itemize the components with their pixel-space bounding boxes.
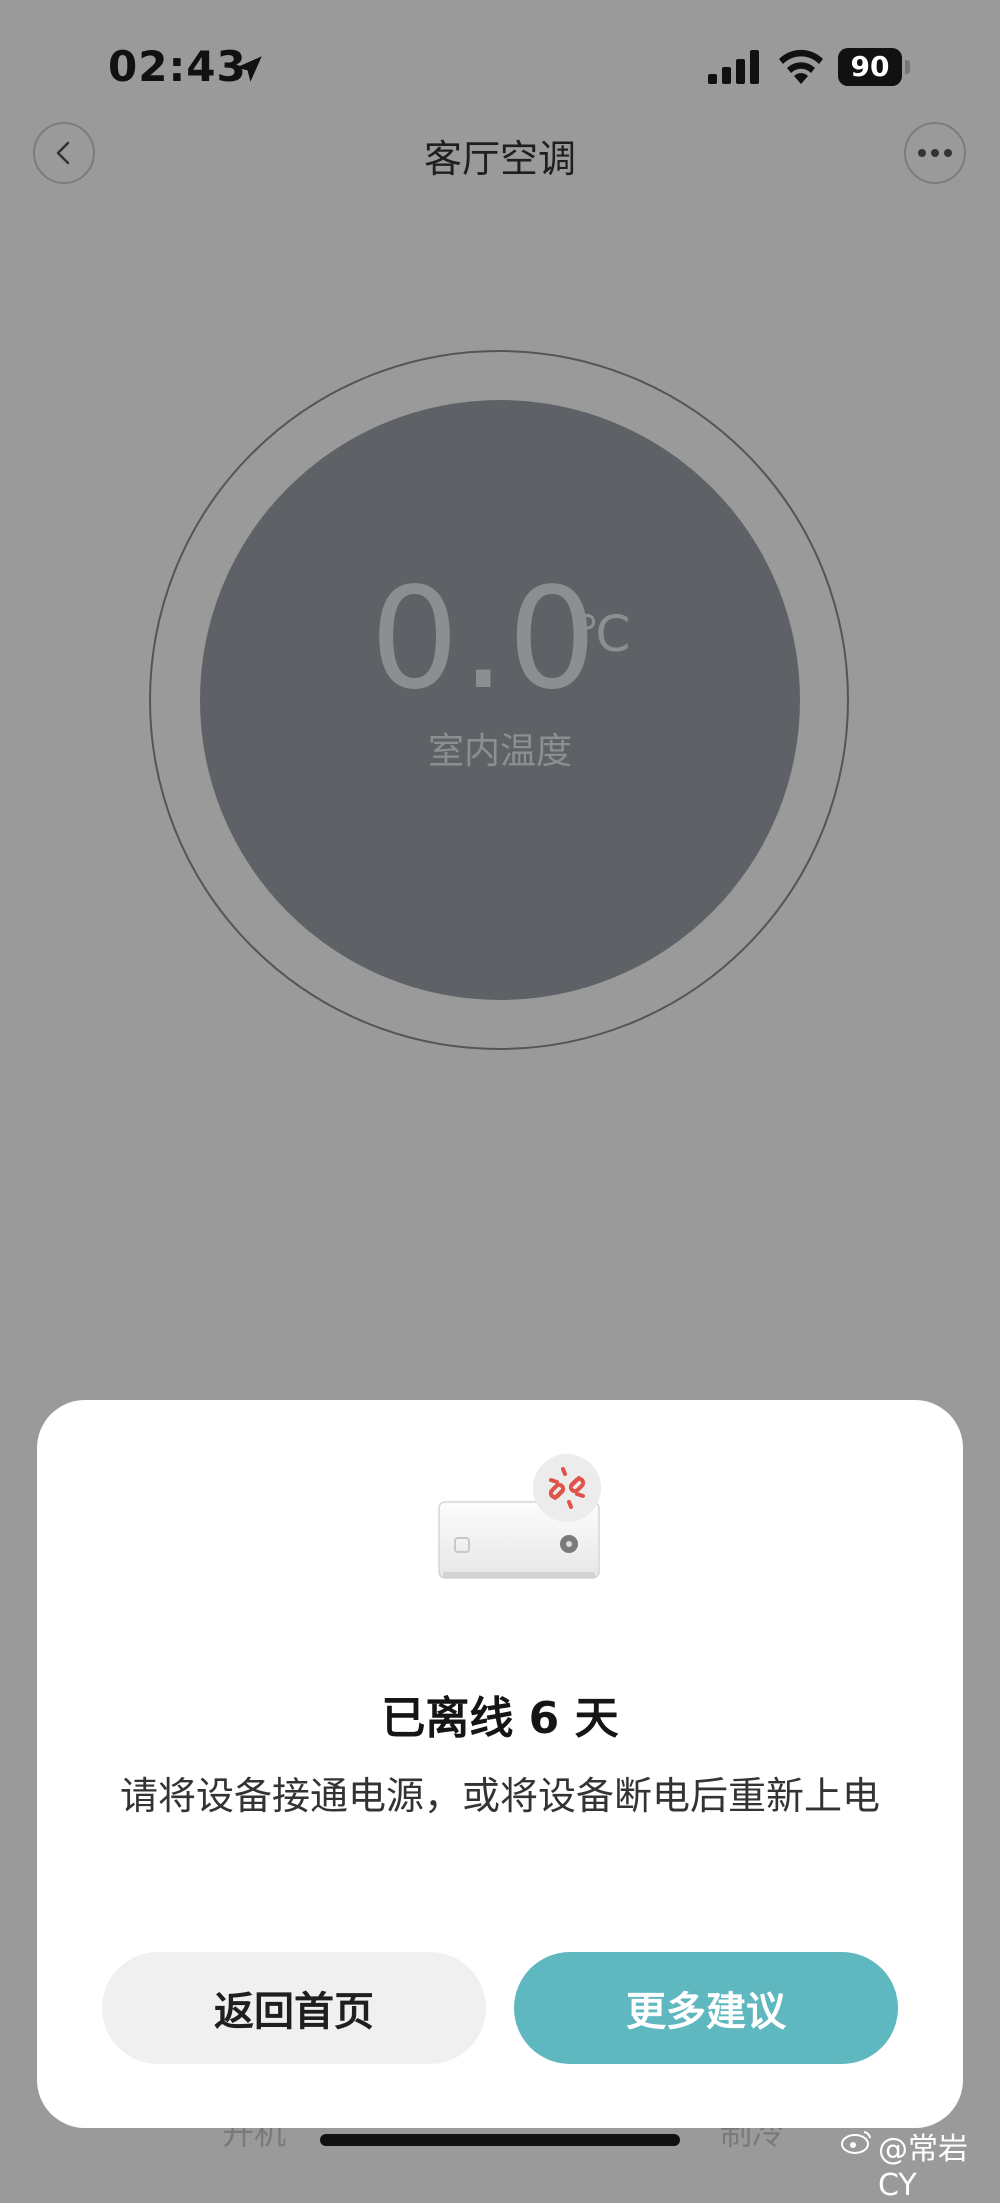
battery-tip	[905, 60, 910, 74]
status-time: 02:43	[108, 42, 247, 91]
watermark: @常岩CY	[878, 2132, 968, 2203]
indoor-temperature-label: 室内温度	[427, 731, 572, 772]
weibo-icon	[841, 2131, 871, 2154]
battery-level: 90	[838, 48, 902, 86]
offline-dialog: 已离线 6 天 请将设备接通电源，或将设备断电后重新上电 返回首页 更多建议	[37, 1400, 963, 2128]
battery-indicator: 90	[838, 48, 912, 86]
more-dots-icon	[918, 149, 952, 157]
more-suggestions-button[interactable]: 更多建议	[514, 1952, 898, 2064]
cellular-signal-icon	[708, 50, 759, 84]
offline-description: 请将设备接通电源，或将设备断电后重新上电	[119, 1774, 880, 1818]
page-title: 客厅空调	[423, 137, 576, 181]
air-conditioner-icon	[438, 1454, 601, 1579]
offline-title: 已离线 6 天	[381, 1693, 619, 1744]
wifi-icon	[779, 49, 823, 84]
more-options-button[interactable]	[904, 122, 966, 184]
location-arrow-icon	[236, 56, 262, 82]
return-home-button[interactable]: 返回首页	[102, 1952, 486, 2064]
indoor-temperature-value: 0.0	[370, 558, 599, 721]
status-bar: 02:43 90	[0, 0, 1000, 130]
temperature-unit: ℃	[575, 605, 632, 663]
home-indicator[interactable]	[320, 2134, 680, 2146]
